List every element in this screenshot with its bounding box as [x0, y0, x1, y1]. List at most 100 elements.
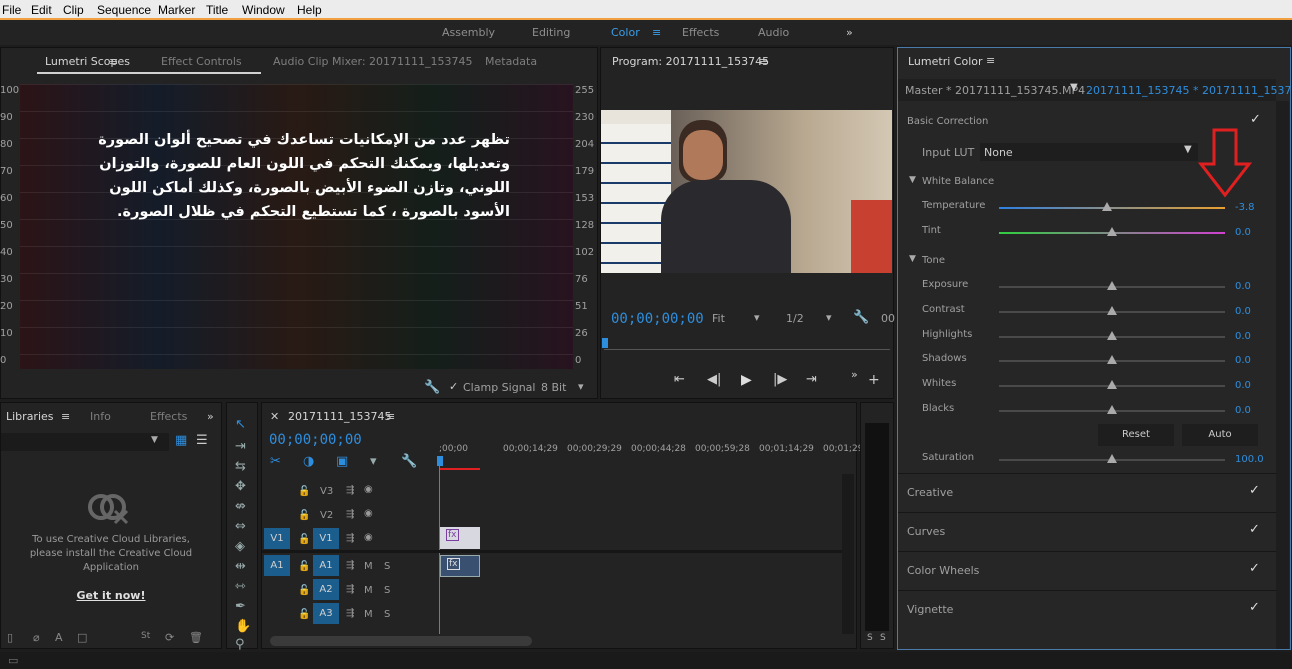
mute-button[interactable]: M: [364, 609, 373, 620]
tab-audio-clip-mixer[interactable]: Audio Clip Mixer: 20171111_153745: [273, 55, 473, 68]
eye-icon[interactable]: ◉: [364, 484, 373, 495]
color-wheels-section[interactable]: Color Wheels ✓: [898, 551, 1276, 589]
ripple-edit-tool-icon[interactable]: ⇆: [235, 459, 246, 474]
tab-effect-controls[interactable]: Effect Controls: [161, 55, 242, 68]
workspace-menu-icon[interactable]: ≡: [652, 26, 661, 39]
menu-marker[interactable]: Marker: [158, 3, 195, 17]
pen-tool-icon[interactable]: ✒: [235, 599, 246, 614]
shadows-value[interactable]: 0.0: [1235, 355, 1251, 366]
wrench-icon[interactable]: 🔧: [424, 380, 440, 395]
square-icon[interactable]: □: [77, 631, 87, 644]
white-balance-header[interactable]: White Balance: [922, 176, 994, 187]
library-select[interactable]: [1, 433, 169, 451]
timeline-settings-icon[interactable]: 🔧: [401, 454, 417, 469]
rate-stretch-tool-icon[interactable]: ⇎: [235, 499, 246, 514]
master-clip-label[interactable]: Master * 20171111_153745.MP4: [905, 84, 1085, 97]
auto-button[interactable]: Auto: [1182, 424, 1258, 446]
source-a1-patch[interactable]: A1: [264, 555, 290, 576]
track-a1-target[interactable]: A1: [313, 555, 339, 576]
marker-icon[interactable]: ▾: [370, 454, 377, 469]
chevron-down-icon[interactable]: ▾: [578, 380, 584, 393]
toggle-sync-icon[interactable]: ⇶: [346, 533, 354, 544]
program-timecode[interactable]: 00;00;00;00: [611, 311, 704, 327]
more-tabs-icon[interactable]: »: [207, 410, 214, 423]
basic-correction-header[interactable]: Basic Correction: [907, 116, 988, 127]
chevron-down-icon[interactable]: ▼: [1070, 82, 1078, 93]
contrast-slider-knob[interactable]: [1107, 306, 1117, 315]
creative-section[interactable]: Creative ✓: [898, 473, 1276, 511]
get-it-now-link[interactable]: Get it now!: [61, 589, 161, 602]
shadows-slider-knob[interactable]: [1107, 355, 1117, 364]
timeline-scrollbar[interactable]: [842, 474, 854, 634]
vignette-checkbox[interactable]: ✓: [1249, 600, 1260, 615]
track-a2-target[interactable]: A2: [313, 579, 339, 600]
tint-slider-knob[interactable]: [1107, 227, 1117, 236]
tab-menu-icon[interactable]: ≡: [109, 55, 118, 68]
st-icon[interactable]: St: [141, 631, 150, 641]
reset-button[interactable]: Reset: [1098, 424, 1174, 446]
step-forward-icon[interactable]: |▶: [773, 372, 787, 387]
chevron-down-icon[interactable]: ▼: [151, 435, 158, 445]
libraries-icon[interactable]: ▯: [7, 631, 13, 644]
curves-section[interactable]: Curves ✓: [898, 512, 1276, 550]
workspace-editing[interactable]: Editing: [532, 26, 570, 39]
saturation-slider-knob[interactable]: [1107, 454, 1117, 463]
solo-button[interactable]: S: [384, 609, 390, 620]
menu-title[interactable]: Title: [206, 3, 228, 17]
collapse-triangle-icon[interactable]: ▼: [909, 254, 916, 264]
lock-icon[interactable]: 🔓: [298, 561, 310, 572]
timeline-playhead-head[interactable]: [437, 456, 443, 466]
razor-tool-icon[interactable]: ⇔: [235, 519, 246, 534]
lock-icon[interactable]: 🔓: [298, 510, 310, 521]
vignette-section[interactable]: Vignette ✓: [898, 590, 1276, 628]
lock-icon[interactable]: 🔓: [298, 534, 310, 545]
toggle-sync-icon[interactable]: ⇶: [346, 509, 354, 520]
menu-edit[interactable]: Edit: [31, 3, 52, 17]
snap-icon[interactable]: ◑: [303, 454, 314, 469]
lumetri-scrollbar[interactable]: [1276, 101, 1289, 649]
more-workspaces-icon[interactable]: »: [846, 26, 853, 39]
mute-button[interactable]: M: [364, 585, 373, 596]
creative-checkbox[interactable]: ✓: [1249, 483, 1260, 498]
video-clip[interactable]: fx: [440, 527, 480, 549]
step-forward-to-out-icon[interactable]: ⇥: [806, 372, 817, 387]
add-button-icon[interactable]: +: [868, 372, 880, 388]
zoom-tool-icon[interactable]: ⚲: [235, 637, 245, 652]
highlights-slider-knob[interactable]: [1107, 331, 1117, 340]
solo-left-button[interactable]: S: [867, 633, 873, 643]
lock-icon[interactable]: 🔓: [298, 585, 310, 596]
tab-info[interactable]: Info: [90, 410, 111, 423]
toggle-sync-icon[interactable]: ⇶: [346, 485, 354, 496]
resolution-select[interactable]: 1/2: [786, 312, 804, 325]
basic-correction-checkbox[interactable]: ✓: [1250, 112, 1261, 127]
temperature-value[interactable]: -3.8: [1235, 202, 1255, 213]
menu-clip[interactable]: Clip: [63, 3, 84, 17]
track-select-tool-icon[interactable]: ⇥: [235, 439, 246, 454]
text-icon[interactable]: A: [55, 631, 63, 644]
rolling-edit-tool-icon[interactable]: ✥: [235, 479, 246, 494]
slide-tool-icon[interactable]: ⇹: [235, 559, 246, 574]
brush-icon[interactable]: ⌀: [33, 631, 40, 644]
grid-view-icon[interactable]: ▦: [175, 433, 187, 448]
color-wheels-checkbox[interactable]: ✓: [1249, 561, 1260, 576]
menu-help[interactable]: Help: [297, 3, 322, 17]
tab-metadata[interactable]: Metadata: [485, 55, 537, 68]
solo-button[interactable]: S: [384, 585, 390, 596]
blacks-slider-knob[interactable]: [1107, 405, 1117, 414]
audio-clip[interactable]: fx: [440, 555, 480, 577]
nest-icon[interactable]: ✂: [270, 454, 281, 469]
workspace-assembly[interactable]: Assembly: [442, 26, 495, 39]
program-playhead[interactable]: [602, 338, 608, 348]
menu-window[interactable]: Window: [242, 3, 285, 17]
linked-selection-icon[interactable]: ▣: [336, 454, 348, 469]
sync-icon[interactable]: ⟳: [165, 631, 174, 644]
step-back-icon[interactable]: ◀|: [707, 372, 721, 387]
lock-icon[interactable]: 🔓: [298, 609, 310, 620]
play-icon[interactable]: ▶: [741, 372, 752, 388]
collapse-triangle-icon[interactable]: ▼: [909, 175, 916, 185]
trash-icon[interactable]: 🗑: [189, 631, 203, 644]
toggle-sync-icon[interactable]: ⇶: [346, 584, 354, 595]
tint-value[interactable]: 0.0: [1235, 227, 1251, 238]
toggle-sync-icon[interactable]: ⇶: [346, 560, 354, 571]
whites-slider-knob[interactable]: [1107, 380, 1117, 389]
